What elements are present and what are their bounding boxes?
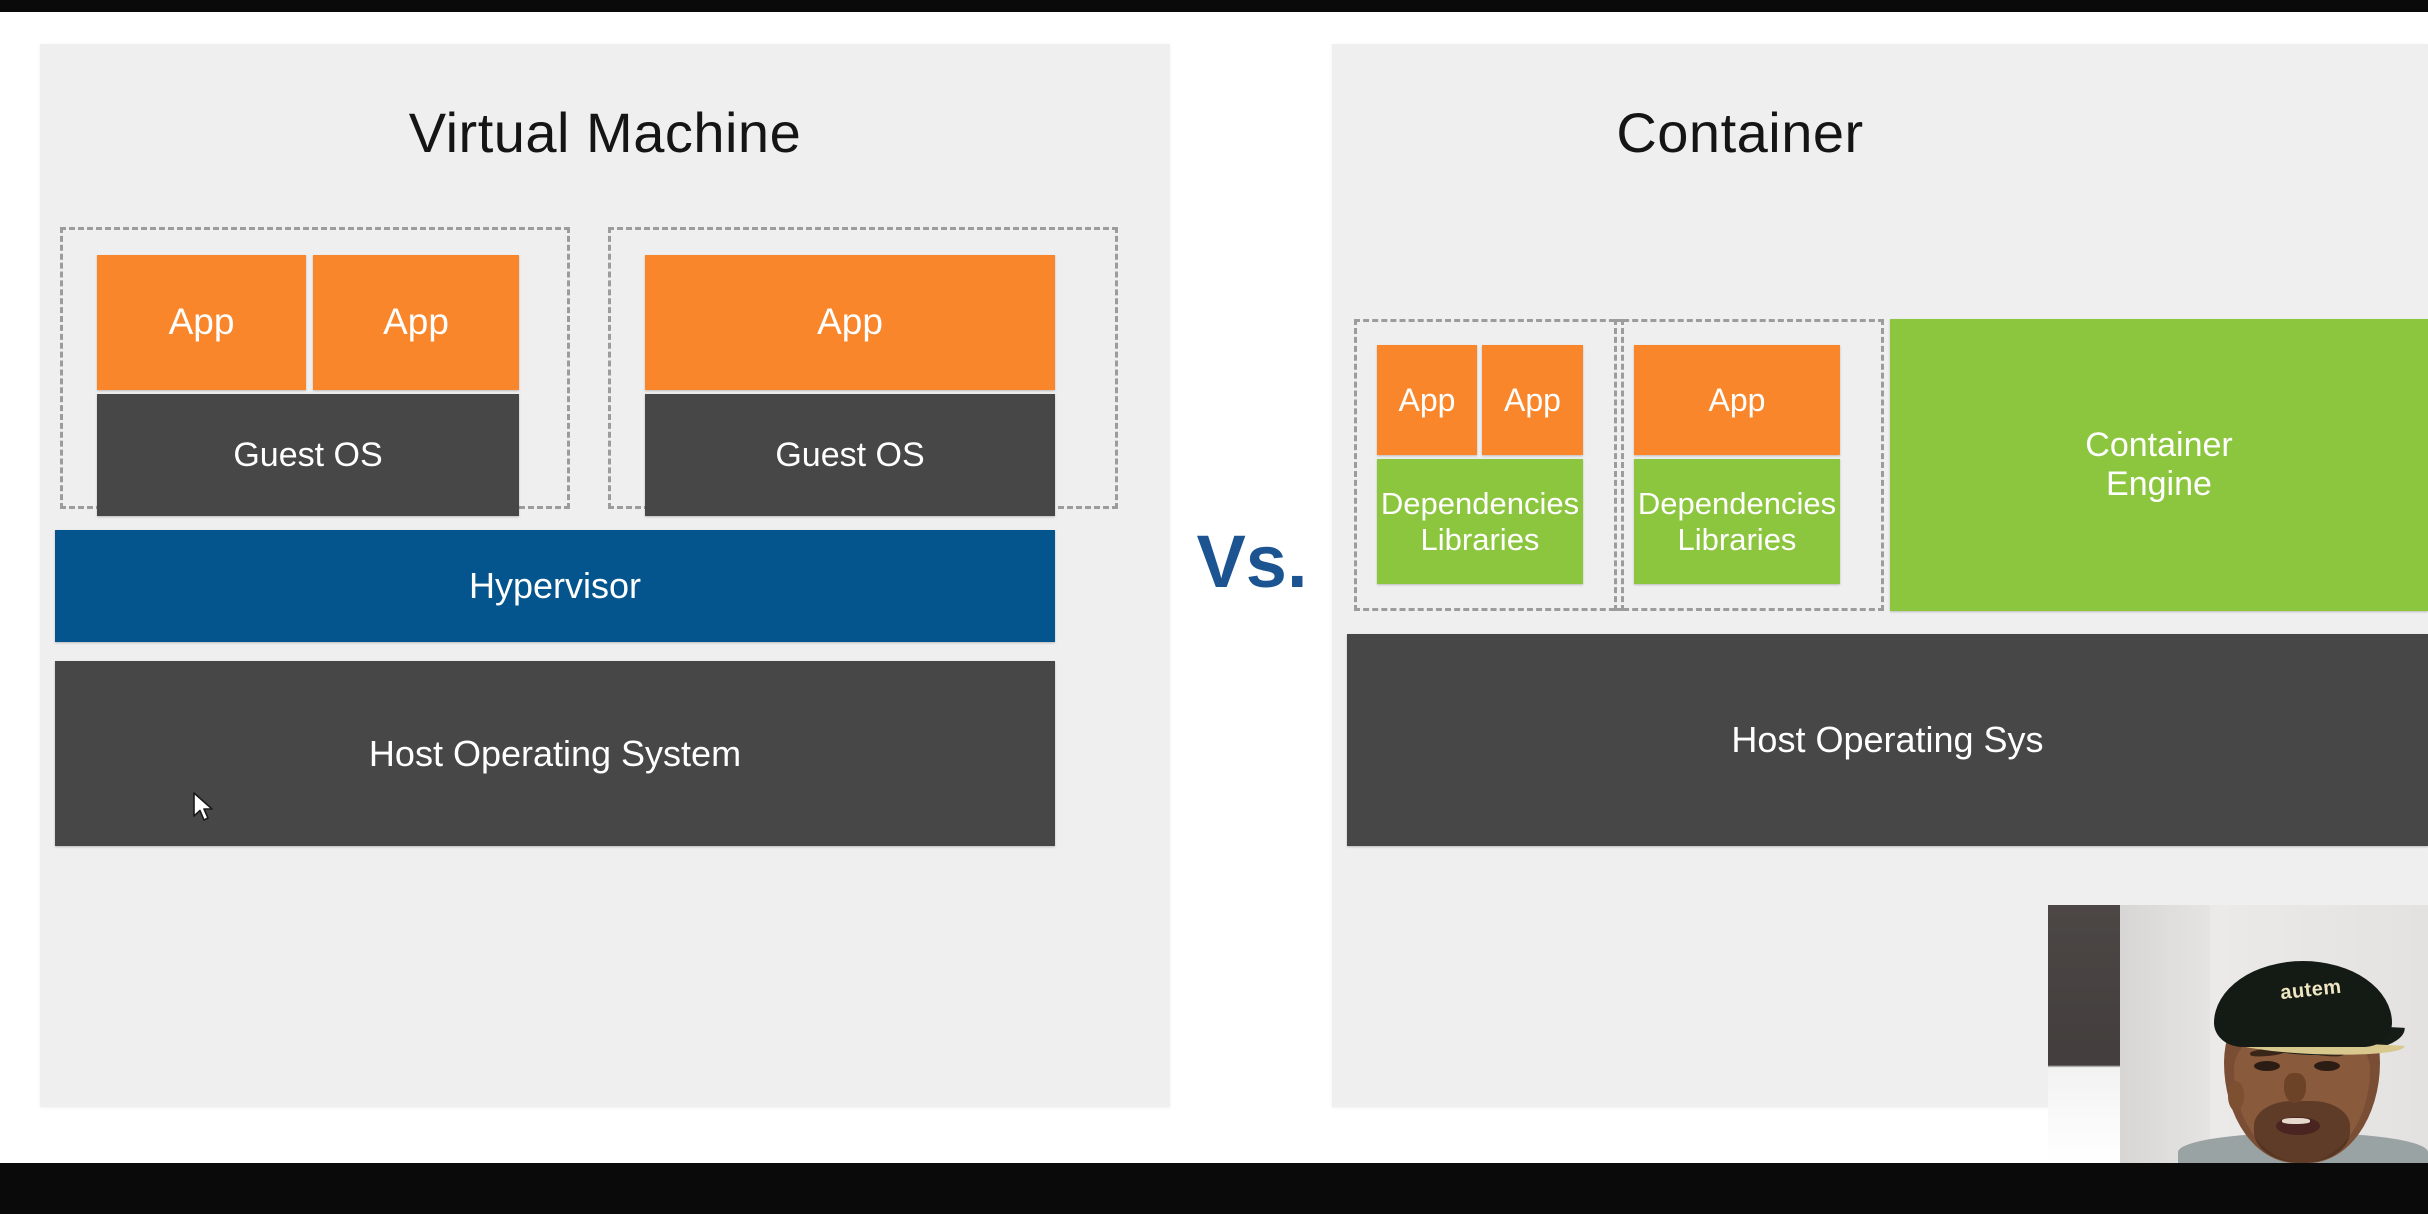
webcam-background-left <box>2048 905 2120 1163</box>
container-app-block-3: App <box>1634 345 1840 455</box>
vm-guest-os-block-2: Guest OS <box>645 394 1055 516</box>
dependencies-libraries-block-1: Dependencies Libraries <box>1377 459 1583 584</box>
webcam-person-nose <box>2284 1073 2306 1103</box>
webcam-background-middle <box>2120 905 2210 1163</box>
video-frame: Virtual Machine App App App Guest OS Gue… <box>0 0 2428 1214</box>
virtual-machine-panel: Virtual Machine App App App Guest OS Gue… <box>40 44 1170 1107</box>
container-engine-block: Container Engine <box>1890 319 2428 611</box>
vm-app-block-1: App <box>97 255 306 390</box>
dependencies-libraries-block-2: Dependencies Libraries <box>1634 459 1840 584</box>
container-app-block-2: App <box>1482 345 1583 455</box>
virtual-machine-title: Virtual Machine <box>408 101 802 164</box>
vs-label: Vs. <box>1196 520 1308 603</box>
vm-host-operating-system-block: Host Operating System <box>55 661 1055 846</box>
letterbox-bottom-bar <box>0 1163 2428 1214</box>
container-app-block-1: App <box>1377 345 1477 455</box>
webcam-person-teeth <box>2282 1118 2310 1124</box>
container-host-operating-system-block: Host Operating Sys <box>1347 634 2428 846</box>
letterbox-top-bar <box>0 0 2428 12</box>
vm-guest-os-block-1: Guest OS <box>97 394 519 516</box>
hypervisor-block: Hypervisor <box>55 530 1055 642</box>
webcam-person-eye-left <box>2254 1061 2280 1071</box>
webcam-person-ear <box>2228 1081 2244 1111</box>
webcam-person-eye-right <box>2314 1061 2340 1071</box>
vm-app-block-3: App <box>645 255 1055 390</box>
vm-app-block-2: App <box>313 255 519 390</box>
container-title: Container <box>1616 101 1864 164</box>
webcam-overlay[interactable]: autem <box>2048 905 2428 1163</box>
